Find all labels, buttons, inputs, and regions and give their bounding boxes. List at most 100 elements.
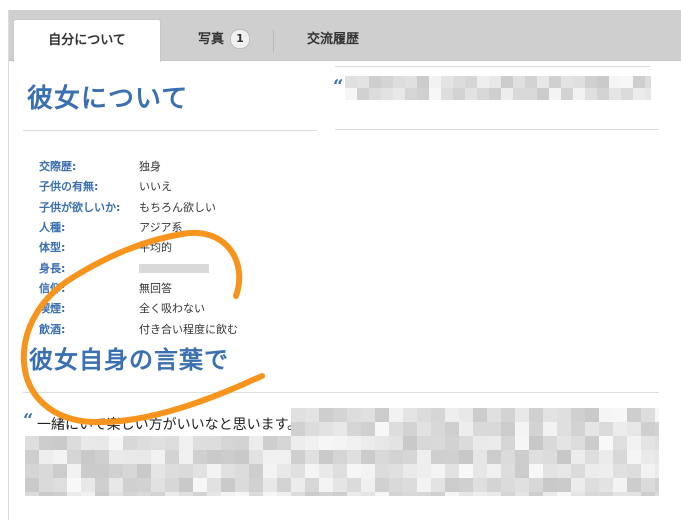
profile-row: 体型: 平均的 — [39, 237, 238, 257]
redaction-pixel — [375, 408, 389, 422]
redaction-pixel — [431, 422, 445, 436]
redaction-pixel — [529, 478, 543, 492]
redaction-pixel — [137, 464, 151, 478]
redaction-pixel — [193, 436, 207, 450]
redaction-pixel — [403, 450, 417, 464]
redaction-pixel — [291, 436, 305, 450]
redaction-pixel — [453, 76, 465, 88]
redaction-pixel — [221, 464, 235, 478]
redaction-pixel — [585, 76, 597, 88]
own-words-divider — [23, 392, 659, 393]
profile-label: 子供が欲しいか: — [39, 200, 121, 214]
redaction-pixel — [543, 422, 557, 436]
redaction-pixel — [573, 88, 585, 100]
redaction-pixel — [95, 436, 109, 450]
redaction-pixel — [445, 408, 459, 422]
tab-photos[interactable]: 写真 1 — [169, 19, 279, 60]
redaction-pixel — [151, 478, 165, 492]
redaction-pixel — [389, 492, 403, 496]
redaction-pixel — [263, 464, 277, 478]
redaction-pixel — [361, 464, 375, 478]
redaction-pixel — [333, 478, 347, 492]
redaction-pixel — [571, 422, 585, 436]
redaction-pixel — [473, 478, 487, 492]
redaction-pixel — [375, 492, 389, 496]
redaction-pixel — [249, 450, 263, 464]
redaction-pixel — [291, 422, 305, 436]
redaction-pixel — [571, 478, 585, 492]
redaction-pixel — [645, 88, 651, 100]
redaction-pixel — [585, 492, 599, 496]
redaction-pixel — [291, 450, 305, 464]
redaction-pixel — [627, 436, 641, 450]
redaction-pixel — [277, 450, 291, 464]
redaction-pixel — [249, 478, 263, 492]
redaction-pixel — [319, 464, 333, 478]
redaction-pixel — [165, 478, 179, 492]
redaction-pixel — [641, 450, 655, 464]
profile-row: 喫煙: 全く吸わない — [39, 298, 238, 318]
redaction-pixel — [585, 450, 599, 464]
redaction-pixel — [403, 422, 417, 436]
redaction-pixel — [621, 76, 633, 88]
tab-history[interactable]: 交流履歴 — [281, 19, 385, 60]
redaction-pixel — [67, 436, 81, 450]
profile-row: 信仰: 無回答 — [39, 278, 238, 298]
redaction-pixel — [193, 450, 207, 464]
tab-about-me[interactable]: 自分について — [13, 19, 161, 62]
redaction-pixel — [109, 450, 123, 464]
redaction-pixel — [137, 492, 151, 496]
redaction-pixel — [53, 436, 67, 450]
redaction-pixel — [609, 76, 621, 88]
redaction-pixel — [529, 408, 543, 422]
redaction-pixel — [53, 478, 67, 492]
redaction-pixel — [53, 492, 67, 496]
redaction-pixel — [549, 88, 561, 100]
redaction-pixel — [109, 492, 123, 496]
tab-bar: 自分について 写真 1 交流履歴 — [9, 10, 681, 62]
redaction-pixel — [25, 492, 39, 496]
redaction-pixel — [571, 492, 585, 496]
redaction-pixel — [585, 88, 597, 100]
redaction-pixel — [375, 464, 389, 478]
redaction-pixel — [557, 436, 571, 450]
redaction-pixel — [543, 492, 557, 496]
redaction-pixel — [193, 492, 207, 496]
profile-row: 身長: — [39, 257, 238, 277]
redaction-pixel — [361, 478, 375, 492]
redaction-pixel — [549, 76, 561, 88]
redaction-pixel — [263, 436, 277, 450]
redaction-pixel — [179, 492, 193, 496]
redaction-pixel — [473, 408, 487, 422]
redaction-pixel — [361, 450, 375, 464]
redaction-pixel — [487, 464, 501, 478]
photo-count-badge: 1 — [230, 28, 250, 49]
redaction-pixel — [81, 450, 95, 464]
profile-label: 体型: — [39, 241, 66, 255]
redaction-pixel — [525, 76, 537, 88]
redaction-pixel — [319, 492, 333, 496]
redaction-pixel — [39, 492, 53, 496]
redaction-pixel — [333, 450, 347, 464]
redaction-pixel — [179, 450, 193, 464]
redaction-pixel — [403, 492, 417, 496]
redaction-pixel — [515, 450, 529, 464]
redaction-pixel — [557, 478, 571, 492]
redaction-pixel — [25, 478, 39, 492]
blurred-own-words-text — [25, 408, 659, 496]
profile-row: 子供の有無: いいえ — [39, 176, 238, 196]
profile-value: いいえ — [139, 180, 172, 194]
redaction-pixel — [81, 464, 95, 478]
redaction-pixel — [25, 436, 39, 450]
redaction-pixel — [347, 450, 361, 464]
redaction-pixel — [543, 478, 557, 492]
redaction-pixel — [109, 436, 123, 450]
redaction-pixel — [389, 450, 403, 464]
redaction-pixel — [165, 464, 179, 478]
redaction-pixel — [123, 478, 137, 492]
redaction-pixel — [459, 422, 473, 436]
redaction-pixel — [319, 478, 333, 492]
redaction-pixel — [613, 408, 627, 422]
redaction-pixel — [599, 450, 613, 464]
redaction-pixel — [137, 478, 151, 492]
